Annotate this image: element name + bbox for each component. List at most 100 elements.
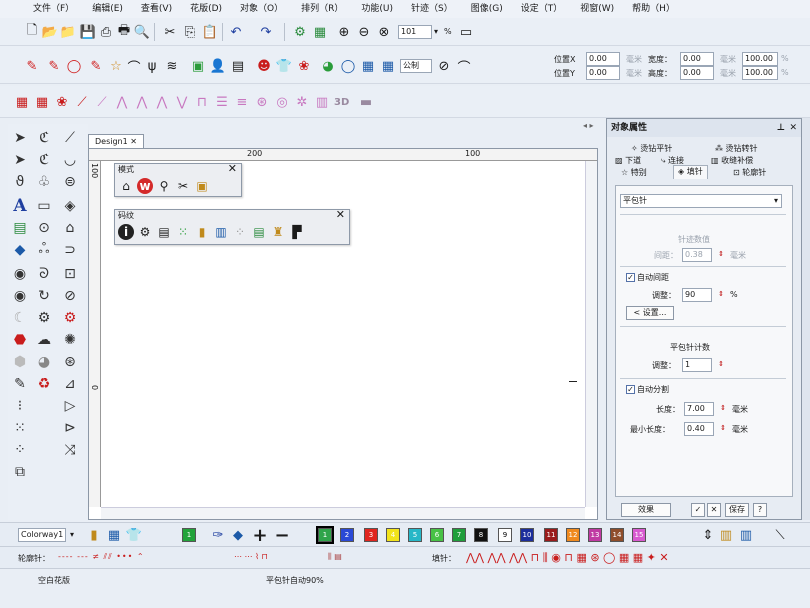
- stitch-player-icon[interactable]: ⚙: [137, 224, 153, 240]
- texture-stitch-icons[interactable]: ⫼ ▤: [328, 552, 342, 562]
- document-tab[interactable]: Design1 ✕: [88, 134, 144, 148]
- zoom-dropdown-icon[interactable]: ▾: [434, 27, 438, 36]
- add-color-icon[interactable]: +: [250, 525, 270, 546]
- diagonal-icon[interactable]: ⟍: [770, 525, 790, 545]
- save-button[interactable]: 保存: [725, 503, 749, 517]
- paste-icon[interactable]: 📋: [200, 22, 220, 42]
- save-icon[interactable]: 💾: [78, 22, 98, 42]
- fan-icon[interactable]: ✲: [292, 92, 312, 112]
- side-dock-tabs[interactable]: [802, 118, 810, 520]
- color-swatch[interactable]: 10: [520, 528, 534, 542]
- swirl-icon[interactable]: ⊛: [252, 92, 272, 112]
- menu-item[interactable]: 图像(G): [462, 0, 512, 18]
- close-tab-icon[interactable]: ✕: [130, 137, 137, 146]
- radio2-tool-icon[interactable]: ◉: [10, 286, 30, 306]
- wave-icon[interactable]: ≋: [162, 56, 182, 76]
- peak2-icon[interactable]: ⋀: [132, 92, 152, 112]
- design-icon[interactable]: ▦: [310, 22, 330, 42]
- outline-icon[interactable]: ◯: [64, 56, 84, 76]
- play-tool-icon[interactable]: ▷: [60, 396, 80, 416]
- hex-tool-icon[interactable]: ⬢: [10, 352, 30, 372]
- stop-tool-icon[interactable]: ⬣: [10, 330, 30, 350]
- help-button[interactable]: ?: [753, 503, 767, 517]
- tab-outline[interactable]: ⊡ 轮廓针: [733, 167, 766, 179]
- spinner-icon[interactable]: ⇕: [716, 422, 730, 436]
- vertical-scrollbar[interactable]: [585, 161, 597, 507]
- measure-icon[interactable]: ⊘: [434, 56, 454, 76]
- color-swatch[interactable]: 11: [544, 528, 558, 542]
- pen-icon[interactable]: ⟋: [60, 128, 80, 148]
- menu-item[interactable]: 花版(D): [181, 0, 231, 18]
- zoom-out-icon[interactable]: ⊖: [354, 22, 374, 42]
- layers-icon[interactable]: ▣: [194, 178, 210, 194]
- star-icon[interactable]: ☆: [106, 56, 126, 76]
- new-file-icon[interactable]: 🗋: [22, 22, 42, 42]
- gear-red-icon[interactable]: ⚙: [60, 308, 80, 328]
- color-swatch[interactable]: 13: [588, 528, 602, 542]
- color-swatch[interactable]: 9: [498, 528, 512, 542]
- color-swatch[interactable]: 14: [610, 528, 624, 542]
- 3d-button[interactable]: 3D: [334, 97, 349, 108]
- print-preview-icon[interactable]: 🔍: [132, 22, 152, 42]
- arc-tool-icon[interactable]: ◡: [60, 150, 80, 170]
- spinner-icon[interactable]: ⇕: [716, 402, 730, 416]
- bar-icon[interactable]: ▬: [356, 92, 376, 112]
- dots-tool-icon[interactable]: ⁝: [10, 396, 30, 416]
- tab-scroll-icon[interactable]: ◂ ▸: [583, 121, 594, 130]
- fill-stitch-icons[interactable]: ⋀⋀ ⋀⋀ ⋀⋀ ⊓ ⫼ ◉ ⊓ ▦ ⊛ ◯ ▦ ▦ ✦ ✕: [466, 551, 669, 565]
- color-swatch[interactable]: 5: [408, 528, 422, 542]
- menu-item[interactable]: 功能(U): [352, 0, 402, 18]
- print-icon[interactable]: 🖶: [114, 22, 134, 42]
- dots3-tool-icon[interactable]: ⁘: [10, 440, 30, 460]
- w-logo-icon[interactable]: w: [137, 178, 153, 194]
- adjust-field[interactable]: 90: [682, 288, 712, 302]
- tab-pull-comp[interactable]: ▥ 收缝补偿: [711, 155, 753, 167]
- colorway-select[interactable]: Colorway1: [18, 528, 66, 542]
- menu-item[interactable]: 查看(V): [132, 0, 181, 18]
- settings-button[interactable]: < 设置...: [626, 306, 674, 320]
- stamp-icon[interactable]: ♜: [270, 224, 286, 240]
- redo-icon[interactable]: ↷: [256, 22, 276, 42]
- target-icon[interactable]: ◎: [272, 92, 292, 112]
- export-icon[interactable]: ⎙: [96, 22, 116, 42]
- text-tool-icon[interactable]: A: [10, 196, 30, 216]
- auto-split-checkbox[interactable]: ✓ 自动分割: [626, 384, 669, 395]
- needle-icon[interactable]: ⚲: [156, 178, 172, 194]
- width-field[interactable]: 0.00: [680, 52, 714, 66]
- design-canvas[interactable]: 200 100 100 0: [88, 148, 598, 520]
- spinner-icon[interactable]: ⇕: [714, 358, 728, 372]
- menu-item[interactable]: 视窗(W): [571, 0, 623, 18]
- undo-icon[interactable]: ↶: [226, 22, 246, 42]
- spool-icon[interactable]: ▥: [213, 224, 229, 240]
- circle-shape-icon[interactable]: ◕: [318, 56, 338, 76]
- satin-icon[interactable]: ✎: [22, 56, 42, 76]
- scissors-icon[interactable]: ✂: [175, 178, 191, 194]
- adjust2-field[interactable]: 1: [682, 358, 712, 372]
- stitch-tool-icon[interactable]: ⊜: [60, 172, 80, 192]
- rotate-tool-icon[interactable]: ↻: [34, 286, 54, 306]
- curve-tool-icon[interactable]: ℭ: [34, 150, 54, 170]
- shirt-icon[interactable]: 👕: [274, 56, 294, 76]
- open-folder-icon[interactable]: 📁: [58, 22, 78, 42]
- unit-select[interactable]: 公制: [400, 59, 432, 73]
- circle-tool-icon[interactable]: ⊙: [34, 218, 54, 238]
- dots-grid-icon[interactable]: ⁙: [175, 224, 191, 240]
- bars-icon[interactable]: ▤: [251, 224, 267, 240]
- close-icon[interactable]: ✕: [789, 119, 797, 137]
- pos-y-field[interactable]: 0.00: [586, 66, 620, 80]
- thread-bar-icon[interactable]: ▮: [194, 224, 210, 240]
- color-swatch[interactable]: 1: [316, 526, 334, 544]
- eyedropper-icon[interactable]: ✑: [208, 525, 228, 545]
- menu-item[interactable]: 对象（O）: [231, 0, 292, 18]
- menu-item[interactable]: 编辑(E): [83, 0, 132, 18]
- fill-bucket-icon[interactable]: ◆: [228, 525, 248, 545]
- clone-tool-icon[interactable]: ⧉: [10, 462, 30, 482]
- remove-color-icon[interactable]: −: [272, 525, 292, 546]
- zoom-in-icon[interactable]: ⊕: [334, 22, 354, 42]
- color-swatch[interactable]: 3: [364, 528, 378, 542]
- dropdown-icon[interactable]: ▾: [70, 530, 74, 539]
- info-icon[interactable]: i: [118, 224, 134, 240]
- notebook-icon[interactable]: ▤: [156, 224, 172, 240]
- color-swatch[interactable]: 2: [340, 528, 354, 542]
- color-swatch[interactable]: 7: [452, 528, 466, 542]
